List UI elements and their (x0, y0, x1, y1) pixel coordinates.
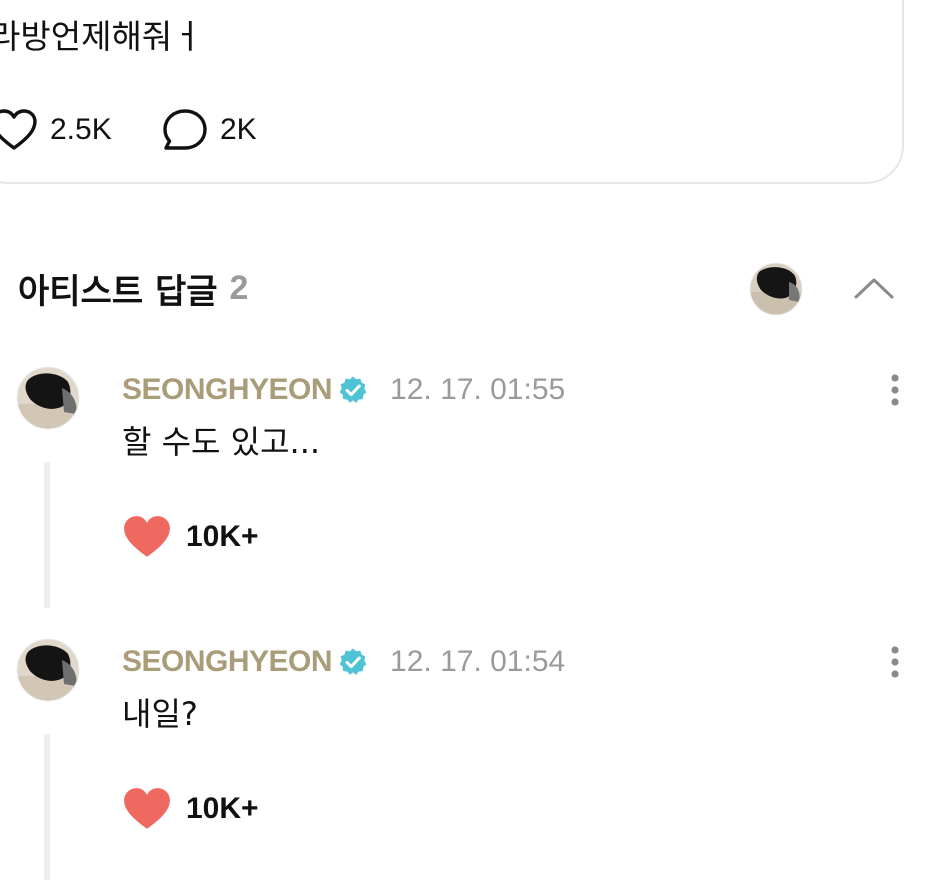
speech-bubble-icon (163, 109, 207, 150)
reply-time: 12. 17. 01:54 (390, 645, 566, 678)
post-text: 라방언제해줘ㅓ (0, 17, 203, 56)
artist-replies-count: 2 (229, 268, 249, 307)
post-card: 라방언제해줘ㅓ 2.5K 2K (0, 0, 904, 184)
reply-header: SEONGHYEON 12. 17. 01:55 (122, 368, 565, 412)
artist-avatar[interactable] (749, 262, 803, 316)
reply-like-count: 10K+ (186, 792, 259, 825)
reply-header: SEONGHYEON 12. 17. 01:54 (122, 640, 565, 684)
artist-replies-title: 아티스트 답글 (18, 271, 218, 312)
avatar[interactable] (16, 366, 80, 430)
collapse-button[interactable] (848, 268, 900, 308)
post-comment-button[interactable]: 2K (162, 106, 257, 154)
reply-like-button[interactable]: 10K+ (122, 784, 259, 834)
post-like-button[interactable]: 2.5K (0, 106, 112, 154)
avatar[interactable] (16, 638, 80, 702)
author-name[interactable]: SEONGHYEON (122, 373, 333, 407)
reply-text: 내일? (122, 695, 198, 733)
artist-replies-header: 아티스트 답글 2 (18, 262, 248, 314)
more-options-button[interactable] (880, 640, 910, 684)
more-vertical-icon (891, 374, 899, 406)
heart-outline-icon (0, 109, 37, 150)
verified-badge-icon (339, 376, 367, 403)
verified-badge-icon (339, 648, 367, 675)
reply-like-count: 10K+ (186, 520, 259, 553)
heart-filled-icon (124, 788, 170, 829)
heart-filled-icon (124, 516, 170, 557)
thread-line (44, 734, 50, 880)
reply-text: 할 수도 있고... (122, 423, 321, 461)
post-comment-count: 2K (220, 113, 257, 146)
more-vertical-icon (891, 646, 899, 678)
thread-line (44, 462, 50, 608)
reply-time: 12. 17. 01:55 (390, 373, 566, 406)
author-name[interactable]: SEONGHYEON (122, 645, 333, 679)
chevron-up-icon (854, 278, 894, 299)
more-options-button[interactable] (880, 368, 910, 412)
post-like-count: 2.5K (50, 113, 112, 146)
reply-like-button[interactable]: 10K+ (122, 512, 259, 562)
